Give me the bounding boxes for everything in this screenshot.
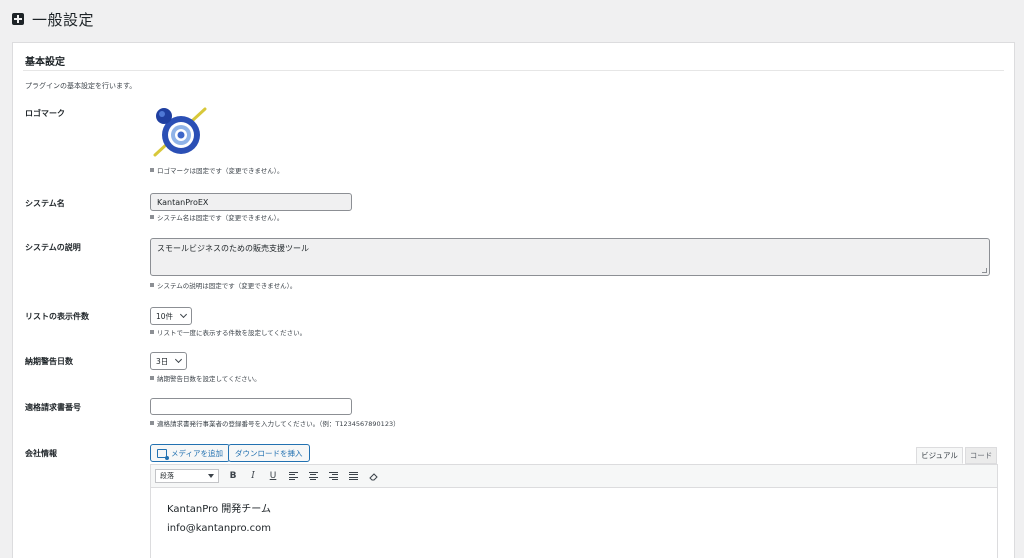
list-count-label: リストの表示件数 [25, 312, 89, 321]
deadline-warning-select[interactable]: 3日 [150, 352, 188, 370]
system-name-note: システム名は固定です（変更できません）。 [150, 212, 283, 222]
italic-icon[interactable]: I [247, 469, 259, 483]
company-info-label: 会社情報 [25, 449, 57, 458]
section-title: 基本設定 [25, 57, 65, 68]
divider [23, 70, 1004, 71]
content-line: KantanPro 開発チーム [167, 504, 271, 515]
system-description-note: システムの説明は固定です（変更できません）。 [150, 280, 296, 290]
align-left-icon[interactable] [287, 469, 299, 483]
format-value: 段落 [160, 472, 174, 480]
system-description-field[interactable]: スモールビジネスのための販売支援ツール [150, 238, 990, 276]
system-name-field[interactable]: KantanProEX [150, 193, 352, 211]
align-center-icon[interactable] [307, 469, 319, 483]
deadline-warning-label: 納期警告日数 [25, 357, 73, 366]
deadline-warning-note: 納期警告日数を設定してください。 [150, 373, 261, 383]
invoice-number-note: 適格請求書発行事業者の登録番号を入力してください。（例：T12345678901… [150, 418, 400, 428]
underline-icon[interactable]: U [267, 469, 279, 483]
format-select[interactable]: 段落 [155, 469, 219, 483]
editor-content[interactable]: KantanPro 開発チーム info@kantanpro.com [151, 488, 997, 550]
list-count-note: リストで一度に表示する件数を設定してください。 [150, 327, 306, 337]
chevron-down-icon [180, 310, 188, 319]
bold-icon[interactable]: B [227, 469, 239, 483]
page-header: 一般設定 [12, 8, 94, 30]
list-count-select[interactable]: 10件 [150, 307, 193, 325]
page-title: 一般設定 [32, 10, 95, 29]
media-icon [157, 448, 169, 460]
align-justify-icon[interactable] [347, 469, 359, 483]
settings-card: 基本設定 プラグインの基本設定を行います。 ロゴマーク ロゴマークは固定です（変… [12, 42, 1015, 558]
system-description-text: スモールビジネスのための販売支援ツール [157, 244, 309, 253]
tab-code[interactable]: コード [965, 447, 997, 464]
resize-handle-icon[interactable] [982, 268, 987, 273]
insert-download-label: ダウンロードを挿入 [235, 448, 303, 458]
logo-label: ロゴマーク [25, 109, 65, 118]
caret-down-icon [208, 474, 214, 478]
logo-note: ロゴマークは固定です（変更できません）。 [150, 165, 284, 175]
align-right-icon[interactable] [327, 469, 339, 483]
add-media-button[interactable]: メディアを追加 [150, 444, 230, 462]
insert-download-button[interactable]: ダウンロードを挿入 [228, 444, 310, 462]
section-description: プラグインの基本設定を行います。 [25, 82, 137, 90]
invoice-number-label: 適格請求書番号 [25, 403, 81, 412]
settings-box-icon [12, 13, 24, 25]
chevron-down-icon [175, 355, 183, 364]
company-info-editor[interactable]: 段落 B I U KantanPro 開発チーム info@kantanpro.… [150, 464, 998, 558]
deadline-warning-value: 3日 [156, 356, 169, 366]
system-description-label: システムの説明 [25, 243, 81, 252]
list-count-value: 10件 [156, 311, 174, 321]
logo-image [153, 107, 207, 157]
eraser-icon[interactable] [367, 469, 379, 483]
invoice-number-input[interactable] [150, 398, 352, 415]
editor-toolbar: 段落 B I U [151, 465, 997, 488]
content-line: info@kantanpro.com [167, 523, 271, 534]
add-media-label: メディアを追加 [171, 448, 223, 458]
system-name-label: システム名 [25, 199, 65, 208]
tab-visual[interactable]: ビジュアル [916, 447, 963, 464]
